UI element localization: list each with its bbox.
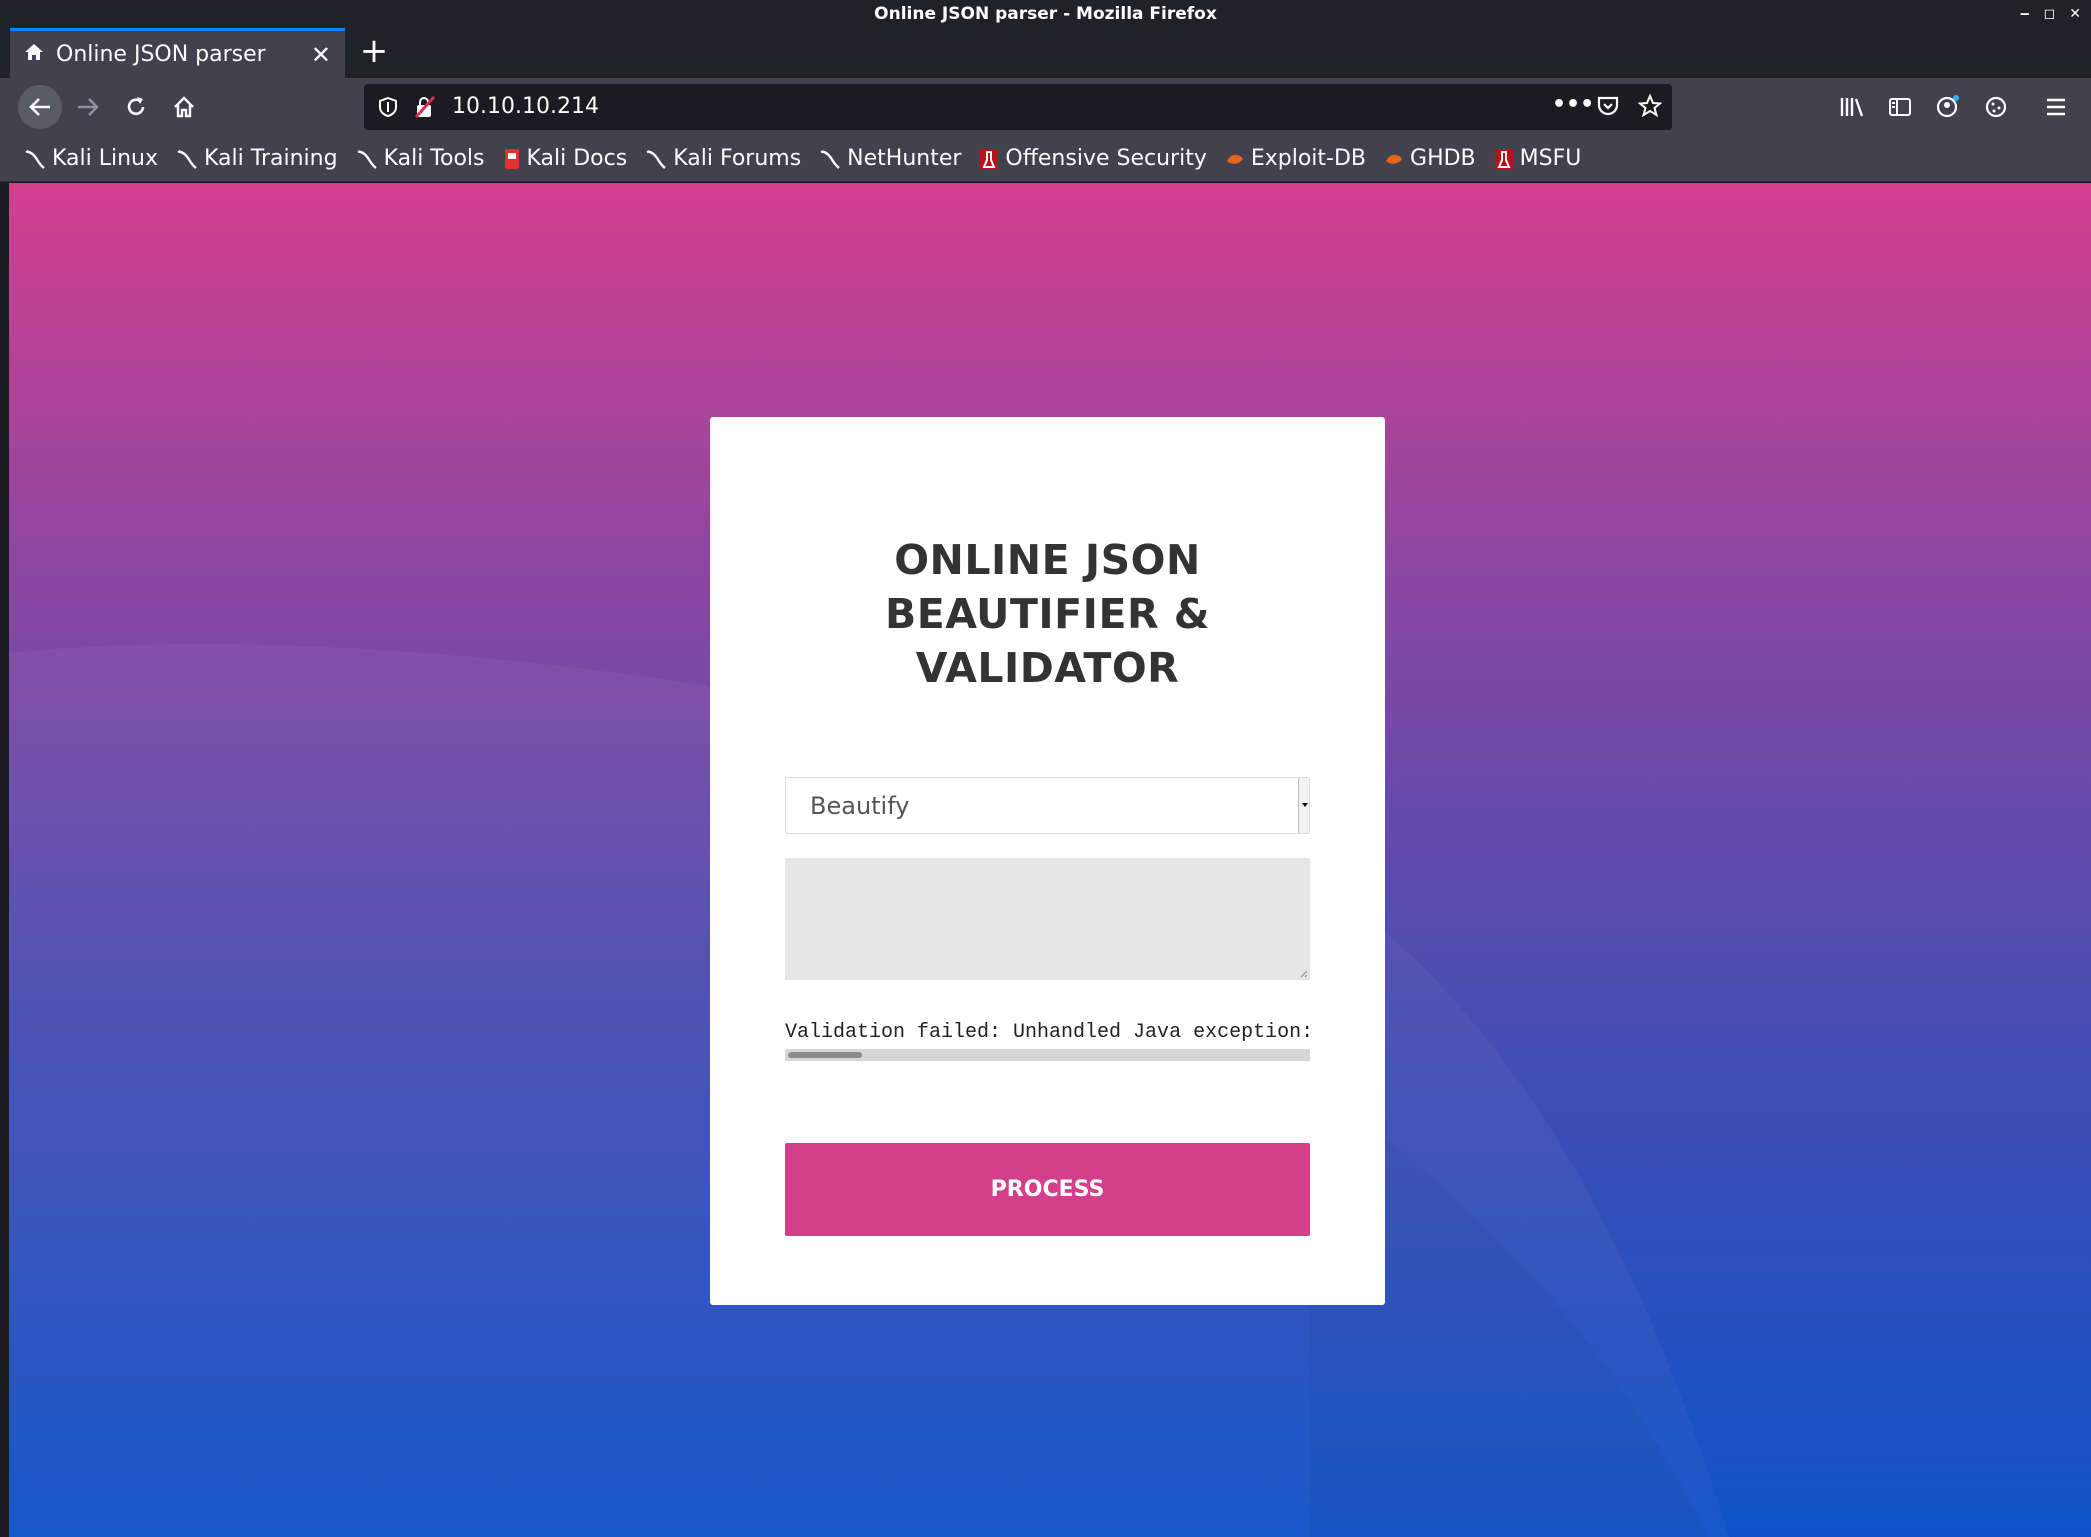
window-titlebar: Online JSON parser - Mozilla Firefox ‒ ◻… [0, 0, 2091, 28]
tab-title: Online JSON parser [56, 42, 266, 67]
url-bar[interactable]: 10.10.10.214 ••• [364, 84, 1672, 130]
library-button[interactable] [1832, 87, 1872, 127]
process-button[interactable]: PROCESS [785, 1143, 1310, 1236]
window-controls: ‒ ◻ ✕ [2020, 0, 2081, 28]
tab-strip: Online JSON parser ✕ + [0, 28, 2091, 78]
home-button[interactable] [164, 87, 204, 127]
home-icon [174, 96, 194, 118]
bookmark-ghdb[interactable]: GHDB [1384, 146, 1476, 171]
new-tab-button[interactable]: + [356, 34, 392, 70]
forward-button[interactable] [68, 87, 108, 127]
hamburger-menu-icon [2047, 98, 2065, 116]
page-content: ONLINE JSON BEAUTIFIER & VALIDATOR Beaut… [9, 183, 2091, 1537]
kali-dragon-icon [357, 149, 377, 169]
bookmark-msfu[interactable]: MSFU [1494, 146, 1581, 171]
page-actions-icon[interactable]: ••• [1552, 92, 1594, 117]
sidebar-button[interactable] [1880, 87, 1920, 127]
offsec-icon [980, 148, 999, 169]
back-button[interactable] [18, 85, 62, 129]
bookmark-kali-forums[interactable]: Kali Forums [645, 146, 801, 171]
close-window-icon[interactable]: ✕ [2069, 6, 2081, 22]
offsec-icon [1494, 148, 1513, 169]
mode-select[interactable]: Beautify [785, 777, 1310, 834]
maximize-icon[interactable]: ◻ [2044, 6, 2056, 22]
minimize-icon[interactable]: ‒ [2020, 6, 2030, 22]
kali-dragon-icon [177, 149, 197, 169]
page-title: ONLINE JSON BEAUTIFIER & VALIDATOR [884, 536, 1211, 692]
reload-button[interactable] [116, 87, 156, 127]
window-title: Online JSON parser - Mozilla Firefox [874, 4, 1217, 24]
insecure-lock-icon[interactable] [414, 95, 436, 123]
bookmark-kali-tools[interactable]: Kali Tools [356, 146, 485, 171]
result-output: Validation failed: Unhandled Java except… [785, 1021, 1310, 1044]
navigation-toolbar: 10.10.10.214 ••• [0, 78, 2091, 136]
exploitdb-icon [1226, 154, 1243, 164]
menu-button[interactable] [2036, 87, 2076, 127]
resize-grip-icon[interactable] [1298, 968, 1308, 978]
parser-card: ONLINE JSON BEAUTIFIER & VALIDATOR Beaut… [710, 417, 1385, 1305]
kali-dragon-icon [646, 149, 666, 169]
bookmark-exploit-db[interactable]: Exploit-DB [1225, 146, 1366, 171]
bookmarks-toolbar: Kali Linux Kali Training Kali Tools Kali… [0, 136, 2091, 182]
arrow-left-icon [29, 98, 50, 116]
kali-dragon-icon [25, 149, 45, 169]
mode-select-value: Beautify [810, 792, 910, 820]
library-icon [1840, 98, 1864, 117]
pocket-icon[interactable] [1596, 95, 1620, 121]
result-horizontal-scrollbar[interactable] [785, 1049, 1310, 1061]
url-text[interactable]: 10.10.10.214 [452, 84, 599, 130]
cookie-icon [1985, 96, 2007, 118]
reload-icon [127, 97, 145, 116]
scrollbar-thumb[interactable] [788, 1052, 862, 1058]
account-button[interactable] [1928, 87, 1968, 127]
bookmark-kali-docs[interactable]: Kali Docs [503, 146, 627, 171]
bookmark-kali-linux[interactable]: Kali Linux [24, 146, 158, 171]
bookmark-kali-training[interactable]: Kali Training [176, 146, 338, 171]
tab-online-json-parser[interactable]: Online JSON parser ✕ [10, 28, 345, 78]
bookmark-nethunter[interactable]: NetHunter [819, 146, 961, 171]
sidebar-icon [1889, 98, 1911, 116]
kali-dragon-icon [820, 149, 840, 169]
arrow-right-icon [78, 98, 99, 116]
extensions-button[interactable] [1976, 87, 2016, 127]
json-input-textarea[interactable] [785, 858, 1310, 980]
home-favicon-icon [24, 42, 44, 67]
bookmark-offensive-security[interactable]: Offensive Security [979, 146, 1207, 171]
bookmark-star-icon[interactable] [1637, 93, 1663, 122]
shield-icon[interactable] [378, 96, 398, 122]
chevron-down-icon[interactable] [1298, 778, 1309, 833]
account-icon [1936, 95, 1959, 118]
kali-docs-icon [504, 148, 519, 169]
exploitdb-icon [1386, 154, 1403, 164]
close-tab-icon[interactable]: ✕ [311, 41, 331, 69]
